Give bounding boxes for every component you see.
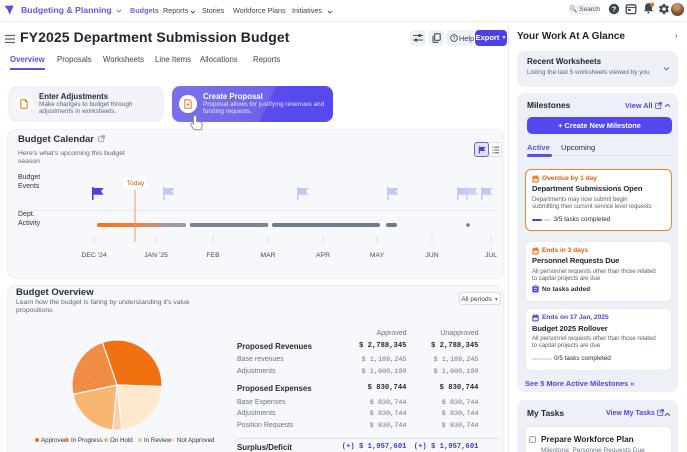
svg-text:MAR: MAR	[260, 252, 275, 259]
svg-text:APR: APR	[316, 252, 330, 259]
svg-text:JUN: JUN	[425, 252, 438, 259]
svg-text:JAN '25: JAN '25	[144, 252, 168, 259]
svg-text:MAY: MAY	[370, 252, 385, 259]
svg-text:FEB: FEB	[206, 252, 220, 259]
svg-text:DEC '24: DEC '24	[81, 252, 106, 259]
svg-text:?: ?	[612, 5, 617, 14]
svg-text:JUL: JUL	[485, 252, 497, 259]
svg-text:Today: Today	[127, 180, 145, 187]
svg-text:?: ?	[452, 36, 455, 42]
